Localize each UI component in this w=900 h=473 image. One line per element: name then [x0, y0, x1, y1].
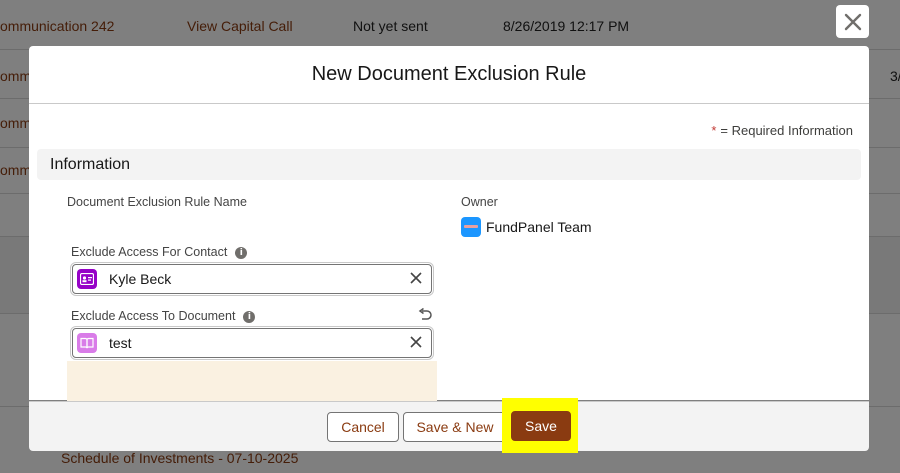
contact-lookup-input[interactable]: Kyle Beck — [72, 264, 432, 294]
rule-name-label: Document Exclusion Rule Name — [67, 195, 247, 209]
info-icon[interactable]: i — [243, 310, 256, 323]
clear-icon[interactable] — [407, 333, 425, 351]
save-and-new-button[interactable]: Save & New — [403, 412, 507, 442]
contact-field-label: Exclude Access For Contact i — [71, 245, 248, 259]
undo-icon[interactable] — [417, 307, 433, 328]
document-label-text: Exclude Access To Document — [71, 309, 236, 323]
close-button[interactable] — [836, 5, 869, 38]
required-text: = Required Information — [720, 123, 853, 138]
modal-title: New Document Exclusion Rule — [311, 63, 587, 85]
required-legend: * = Required Information — [711, 123, 853, 138]
section-title: Information — [50, 156, 131, 173]
clear-icon[interactable] — [407, 269, 425, 287]
modal-body: * = Required Information Information Docu… — [29, 104, 869, 425]
contact-icon — [77, 269, 97, 289]
owner-name[interactable]: FundPanel Team — [486, 219, 592, 235]
contact-value: Kyle Beck — [109, 271, 172, 287]
document-icon — [77, 333, 97, 353]
document-value: test — [109, 335, 132, 351]
info-icon[interactable]: i — [235, 246, 248, 259]
document-lookup-input[interactable]: test — [72, 328, 432, 358]
modal-footer: Cancel Save & New — [29, 401, 869, 451]
modal-header: New Document Exclusion Rule — [29, 46, 869, 104]
document-field-label: Exclude Access To Document i — [71, 309, 256, 323]
cancel-button[interactable]: Cancel — [327, 412, 399, 442]
section-information[interactable]: Information — [37, 149, 861, 180]
new-document-exclusion-rule-modal: New Document Exclusion Rule * = Required … — [29, 46, 869, 451]
user-avatar-icon — [461, 217, 481, 237]
close-icon — [844, 13, 861, 30]
required-star: * — [711, 123, 717, 138]
owner-value[interactable]: FundPanel Team — [461, 217, 592, 237]
owner-label: Owner — [461, 195, 498, 209]
contact-label-text: Exclude Access For Contact — [71, 245, 228, 259]
save-button[interactable]: Save — [511, 411, 571, 441]
